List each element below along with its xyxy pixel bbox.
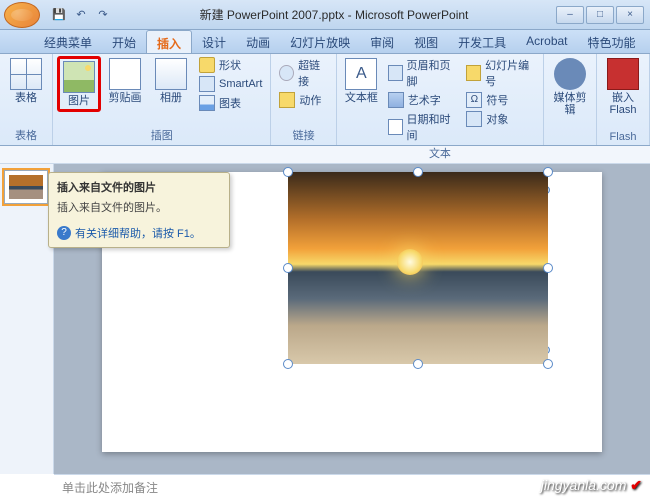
group-tables: 表格 表格 [0, 54, 53, 145]
tab-slideshow[interactable]: 幻灯片放映 [280, 30, 360, 53]
datetime-icon [388, 119, 403, 135]
tooltip-title: 插入来自文件的图片 [57, 179, 221, 195]
media-button[interactable]: 媒体剪辑 [548, 56, 592, 118]
redo-icon[interactable]: ↷ [94, 6, 112, 24]
thumbnail-image [9, 175, 43, 199]
resize-handle[interactable] [543, 263, 553, 273]
symbol-button[interactable]: Ω符号 [462, 91, 539, 109]
textbox-icon: A [345, 58, 377, 90]
object-icon [466, 111, 482, 127]
tab-acrobat[interactable]: Acrobat [516, 30, 577, 53]
resize-handle[interactable] [413, 359, 423, 369]
album-icon [155, 58, 187, 90]
resize-handle[interactable] [543, 167, 553, 177]
picture-icon [63, 61, 95, 93]
slidenum-icon [466, 65, 481, 81]
picture-button[interactable]: 图片 [57, 56, 101, 112]
slidenum-button[interactable]: 幻灯片编号 [462, 56, 539, 90]
wordart-icon [388, 92, 404, 108]
sun-graphic [397, 249, 423, 275]
window-title: 新建 PowerPoint 2007.pptx - Microsoft Powe… [112, 6, 556, 23]
save-icon[interactable]: 💾 [50, 6, 68, 24]
symbol-icon: Ω [466, 92, 482, 108]
undo-icon[interactable]: ↶ [72, 6, 90, 24]
close-button[interactable]: × [616, 6, 644, 24]
table-button[interactable]: 表格 [4, 56, 48, 106]
resize-handle[interactable] [283, 359, 293, 369]
ribbon: 表格 表格 图片 剪贴画 相册 形状 SmartArt 图表 插 [0, 54, 650, 146]
chart-icon [199, 95, 215, 111]
clipart-button[interactable]: 剪贴画 [103, 56, 147, 106]
office-button[interactable] [4, 2, 40, 28]
inserted-image[interactable] [288, 172, 548, 364]
resize-handle[interactable] [543, 359, 553, 369]
group-text: A 文本框 页眉和页脚 艺术字 日期和时间 幻灯片编号 Ω符号 对象 文本 [337, 54, 544, 145]
clipart-icon [109, 58, 141, 90]
group-media: 媒体剪辑 [544, 54, 597, 145]
flash-icon [607, 58, 639, 90]
tab-insert[interactable]: 插入 [146, 30, 192, 53]
hyperlink-button[interactable]: 超链接 [275, 56, 331, 90]
smartart-button[interactable]: SmartArt [195, 75, 266, 93]
ribbon-tabs: 经典菜单 开始 插入 设计 动画 幻灯片放映 审阅 视图 开发工具 Acroba… [0, 30, 650, 54]
tab-classic[interactable]: 经典菜单 [34, 30, 102, 53]
tab-design[interactable]: 设计 [192, 30, 236, 53]
tooltip: 插入来自文件的图片 插入来自文件的图片。 有关详细帮助，请按 F1。 [48, 172, 230, 248]
tab-review[interactable]: 审阅 [360, 30, 404, 53]
header-footer-button[interactable]: 页眉和页脚 [384, 56, 461, 90]
minimize-button[interactable]: – [556, 6, 584, 24]
thumbnail-pane[interactable] [0, 164, 54, 474]
datetime-button[interactable]: 日期和时间 [384, 110, 461, 144]
group-flash: 嵌入 Flash Flash [597, 54, 650, 145]
header-footer-icon [388, 65, 403, 81]
tab-view[interactable]: 视图 [404, 30, 448, 53]
watermark: jingyanla.com ✔ [541, 477, 642, 494]
tab-animations[interactable]: 动画 [236, 30, 280, 53]
wordart-button[interactable]: 艺术字 [384, 91, 461, 109]
titlebar: 💾 ↶ ↷ 新建 PowerPoint 2007.pptx - Microsof… [0, 0, 650, 30]
ruler [0, 146, 650, 164]
tab-developer[interactable]: 开发工具 [448, 30, 516, 53]
resize-handle[interactable] [413, 167, 423, 177]
table-icon [10, 58, 42, 90]
resize-handle[interactable] [283, 167, 293, 177]
action-button[interactable]: 动作 [275, 91, 331, 109]
album-button[interactable]: 相册 [149, 56, 193, 106]
group-links: 超链接 动作 链接 [271, 54, 336, 145]
smartart-icon [199, 76, 215, 92]
media-icon [554, 58, 586, 90]
window-controls: – □ × [556, 6, 644, 24]
shapes-button[interactable]: 形状 [195, 56, 266, 74]
hyperlink-icon [279, 65, 294, 81]
chart-button[interactable]: 图表 [195, 94, 266, 112]
resize-handle[interactable] [283, 263, 293, 273]
slide-thumbnail-1[interactable] [4, 170, 48, 204]
quick-access-toolbar: 💾 ↶ ↷ [50, 6, 112, 24]
object-button[interactable]: 对象 [462, 110, 539, 128]
tooltip-description: 插入来自文件的图片。 [57, 199, 221, 215]
tab-home[interactable]: 开始 [102, 30, 146, 53]
tab-special[interactable]: 特色功能 [578, 30, 646, 53]
action-icon [279, 92, 295, 108]
maximize-button[interactable]: □ [586, 6, 614, 24]
textbox-button[interactable]: A 文本框 [341, 56, 382, 106]
shapes-icon [199, 57, 215, 73]
flash-button[interactable]: 嵌入 Flash [601, 56, 645, 118]
group-illustrations: 图片 剪贴画 相册 形状 SmartArt 图表 插图 [53, 54, 271, 145]
tooltip-help: 有关详细帮助，请按 F1。 [57, 225, 221, 241]
